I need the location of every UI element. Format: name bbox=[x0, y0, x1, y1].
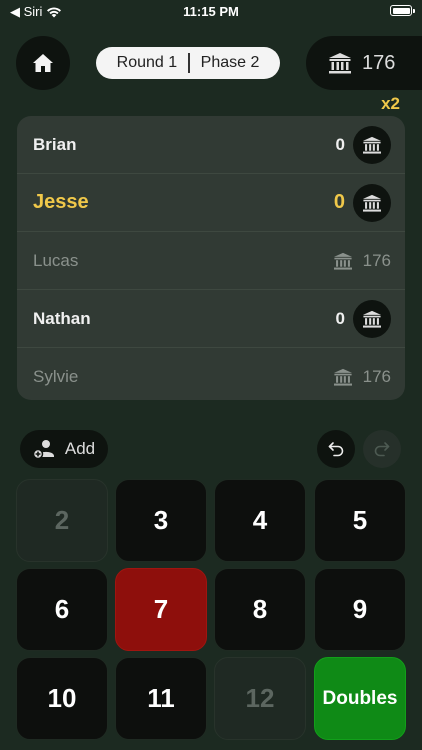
key-11[interactable]: 11 bbox=[115, 657, 207, 740]
bank-icon bbox=[333, 252, 352, 270]
player-name: Sylvie bbox=[33, 366, 79, 386]
player-row-sylvie[interactable]: Sylvie 176 bbox=[17, 348, 405, 400]
bank-player-button[interactable] bbox=[353, 299, 391, 338]
banked-amount: 176 bbox=[333, 251, 391, 271]
redo-button[interactable] bbox=[363, 430, 401, 468]
pill-divider bbox=[188, 53, 190, 73]
round-label: Round 1 bbox=[116, 54, 178, 71]
player-row-jesse[interactable]: Jesse 0 bbox=[17, 174, 405, 232]
player-score: 0 bbox=[333, 191, 345, 213]
doubles-button[interactable]: Doubles bbox=[314, 657, 406, 740]
banked-value: 176 bbox=[362, 250, 391, 270]
key-5[interactable]: 5 bbox=[314, 479, 406, 562]
bank-icon bbox=[363, 136, 381, 154]
key-2[interactable]: 2 bbox=[16, 479, 108, 562]
banked-value: 176 bbox=[362, 366, 391, 386]
home-button[interactable] bbox=[16, 36, 70, 90]
player-score: 0 bbox=[335, 134, 345, 154]
add-person-icon bbox=[32, 440, 54, 459]
player-row-brian[interactable]: Brian 0 bbox=[17, 116, 405, 174]
player-name: Lucas bbox=[33, 250, 79, 270]
bank-total-value: 176 bbox=[362, 51, 396, 74]
bank-icon bbox=[363, 310, 381, 328]
bank-player-button[interactable] bbox=[353, 125, 391, 164]
player-row-nathan[interactable]: Nathan 0 bbox=[17, 290, 405, 348]
bank-icon bbox=[363, 194, 381, 212]
bank-icon bbox=[329, 53, 351, 74]
status-bar: ◀ Siri 11:15 PM bbox=[0, 0, 422, 24]
status-time: 11:15 PM bbox=[183, 4, 239, 19]
dice-keypad: 2 3 4 5 6 7 8 9 10 11 12 Doubles bbox=[16, 479, 406, 741]
undo-icon bbox=[328, 442, 344, 457]
key-12[interactable]: 12 bbox=[214, 657, 306, 740]
player-name: Brian bbox=[33, 134, 77, 154]
key-10[interactable]: 10 bbox=[16, 657, 108, 740]
key-9[interactable]: 9 bbox=[314, 568, 406, 651]
add-player-button[interactable]: Add bbox=[20, 430, 108, 468]
key-8[interactable]: 8 bbox=[214, 568, 306, 651]
player-score: 0 bbox=[335, 308, 345, 328]
undo-button[interactable] bbox=[317, 430, 355, 468]
phase-label: Phase 2 bbox=[200, 54, 260, 71]
banked-amount: 176 bbox=[333, 367, 391, 387]
home-icon bbox=[33, 54, 53, 72]
multiplier-badge: x2 bbox=[381, 94, 400, 113]
key-4[interactable]: 4 bbox=[214, 479, 306, 562]
key-3[interactable]: 3 bbox=[115, 479, 207, 562]
bank-total-button[interactable]: 176 bbox=[306, 36, 422, 90]
redo-icon bbox=[374, 442, 390, 457]
key-6[interactable]: 6 bbox=[16, 568, 108, 651]
player-row-lucas[interactable]: Lucas 176 bbox=[17, 232, 405, 290]
bank-icon bbox=[333, 368, 352, 386]
key-7[interactable]: 7 bbox=[115, 568, 207, 651]
player-name: Jesse bbox=[33, 191, 89, 213]
players-list: Brian 0 Jesse 0 Lucas 176 Nathan 0 Sylvi… bbox=[17, 116, 405, 400]
round-phase-indicator: Round 1 Phase 2 bbox=[96, 47, 280, 79]
bank-player-button[interactable] bbox=[353, 183, 391, 222]
player-name: Nathan bbox=[33, 308, 91, 328]
add-label: Add bbox=[64, 439, 96, 458]
battery-icon bbox=[390, 5, 415, 16]
